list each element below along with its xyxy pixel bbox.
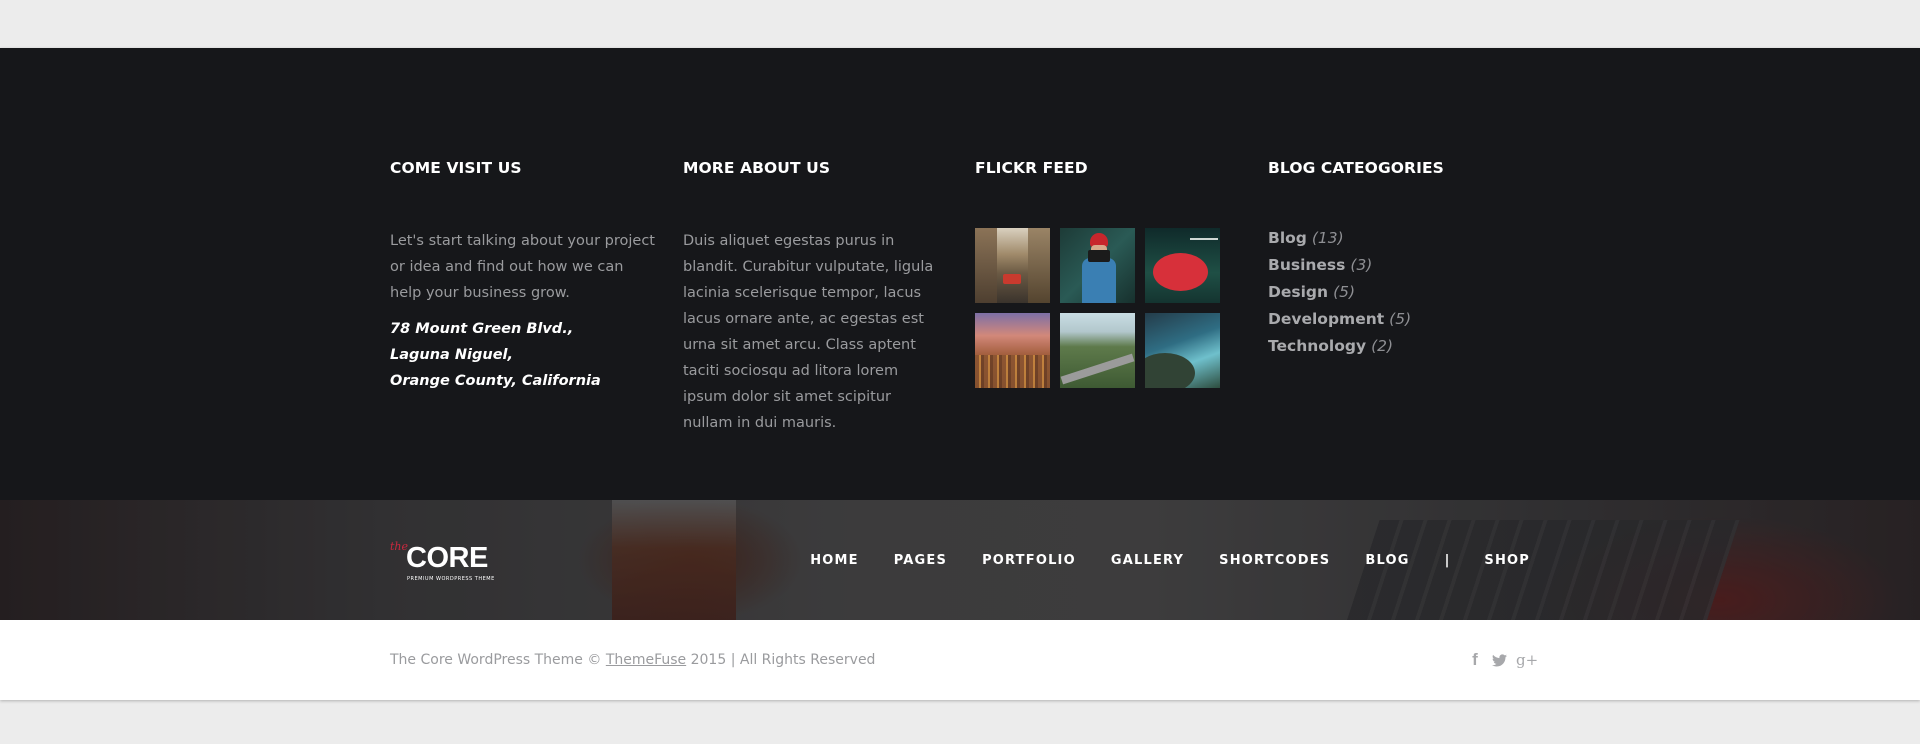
visit-us-heading: COME VISIT US <box>390 159 522 177</box>
flickr-photo-photographer[interactable] <box>1060 228 1135 303</box>
about-us-text: Duis aliquet egestas purus in blandit. C… <box>683 233 934 431</box>
category-item-technology[interactable]: Technology (2) <box>1268 333 1533 360</box>
category-count: (5) <box>1333 283 1356 301</box>
about-us-heading: MORE ABOUT US <box>683 159 831 177</box>
category-item-development[interactable]: Development (5) <box>1268 306 1533 333</box>
copyright-text: The Core WordPress Theme © ThemeFuse 201… <box>390 620 875 700</box>
category-count: (3) <box>1350 256 1373 274</box>
facebook-icon[interactable]: f <box>1468 650 1482 670</box>
nav-portfolio[interactable]: PORTFOLIO <box>982 553 1076 568</box>
address-line-1: 78 Mount Green Blvd., <box>390 321 574 337</box>
flickr-photo-coastline[interactable] <box>1145 313 1220 388</box>
themefuse-link[interactable]: ThemeFuse <box>606 652 686 668</box>
nav-shortcodes[interactable]: SHORTCODES <box>1219 553 1330 568</box>
nav-home[interactable]: HOME <box>810 553 859 568</box>
footer-widgets: COME VISIT US Let's start talking about … <box>0 48 1920 500</box>
google-plus-icon[interactable]: g+ <box>1516 650 1538 670</box>
social-links: f g+ <box>1468 650 1538 670</box>
logo-core: CORE <box>406 542 488 574</box>
category-label[interactable]: Development <box>1268 310 1384 328</box>
flickr-photo-street[interactable] <box>975 228 1050 303</box>
footer-nav: HOME PAGES PORTFOLIO GALLERY SHORTCODES … <box>775 500 1530 620</box>
nav-gallery[interactable]: GALLERY <box>1111 553 1184 568</box>
category-list: Blog (13) Business (3) Design (5) Developme… <box>1268 225 1533 360</box>
category-label[interactable]: Design <box>1268 283 1328 301</box>
flickr-grid <box>975 228 1240 388</box>
visit-us-widget: COME VISIT US Let's start talking about … <box>390 158 655 394</box>
copyright-bar: The Core WordPress Theme © ThemeFuse 201… <box>0 620 1920 700</box>
flickr-heading: FLICKR FEED <box>975 159 1088 177</box>
address-line-2: Laguna Niguel, <box>390 347 514 363</box>
blog-categories-widget: BLOG CATEOGORIES Blog (13) Business (3) De… <box>1268 158 1533 360</box>
category-count: (2) <box>1371 337 1394 355</box>
logo-tagline: PREMIUM WORDPRESS THEME <box>407 576 495 582</box>
flickr-photo-mountain-road[interactable] <box>1060 313 1135 388</box>
category-count: (13) <box>1311 229 1344 247</box>
category-item-blog[interactable]: Blog (13) <box>1268 225 1533 252</box>
category-label[interactable]: Technology <box>1268 337 1366 355</box>
blog-categories-heading: BLOG CATEOGORIES <box>1268 159 1444 177</box>
visit-us-text: Let's start talking about your project o… <box>390 233 655 301</box>
category-count: (5) <box>1389 310 1412 328</box>
nav-pages[interactable]: PAGES <box>894 553 947 568</box>
category-item-business[interactable]: Business (3) <box>1268 252 1533 279</box>
address-line-3: Orange County, California <box>390 373 601 389</box>
flickr-photo-city-sunset[interactable] <box>975 313 1050 388</box>
footer-nav-band: the CORE PREMIUM WORDPRESS THEME HOME PA… <box>0 500 1920 620</box>
category-label[interactable]: Business <box>1268 256 1345 274</box>
flickr-widget: FLICKR FEED <box>975 158 1240 388</box>
twitter-icon[interactable] <box>1492 650 1507 670</box>
copyright-suffix: 2015 | All Rights Reserved <box>686 652 876 668</box>
flickr-photo-umbrella[interactable] <box>1145 228 1220 303</box>
nav-shop[interactable]: SHOP <box>1484 553 1530 568</box>
about-us-widget: MORE ABOUT US Duis aliquet egestas purus… <box>683 158 943 436</box>
core-logo[interactable]: the CORE PREMIUM WORDPRESS THEME <box>390 540 500 585</box>
address: 78 Mount Green Blvd., Laguna Niguel, Ora… <box>390 316 655 394</box>
page-footer-section: COME VISIT US Let's start talking about … <box>0 48 1920 700</box>
copyright-prefix: The Core WordPress Theme © <box>390 652 606 668</box>
category-label[interactable]: Blog <box>1268 229 1307 247</box>
category-item-design[interactable]: Design (5) <box>1268 279 1533 306</box>
nav-separator: | <box>1444 552 1450 568</box>
nav-blog[interactable]: BLOG <box>1365 553 1409 568</box>
